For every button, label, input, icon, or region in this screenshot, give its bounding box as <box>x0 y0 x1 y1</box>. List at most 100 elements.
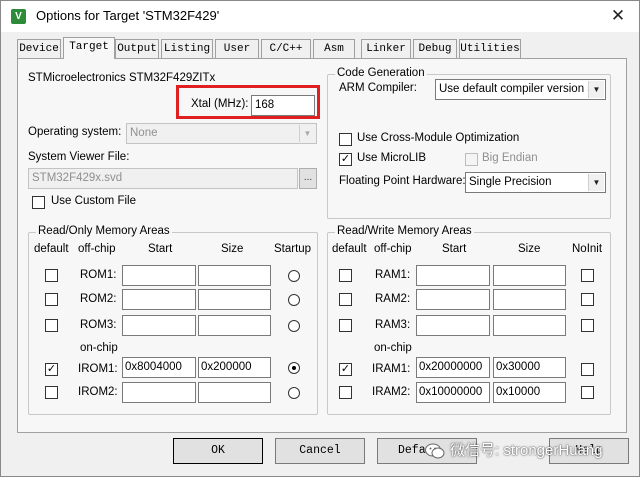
title-bar: V Options for Target 'STM32F429' ✕ <box>1 1 639 32</box>
microlib-label: Use MicroLIB <box>357 152 427 164</box>
options-dialog: V Options for Target 'STM32F429' ✕ Devic… <box>0 0 640 477</box>
ram3-start-input[interactable] <box>416 315 490 336</box>
use-custom-file-label: Use Custom File <box>51 195 136 207</box>
rom1-default-checkbox[interactable] <box>45 269 58 282</box>
ram1-start-input[interactable] <box>416 265 490 286</box>
browse-button[interactable]: ... <box>299 168 317 189</box>
rw-header-default: default <box>332 243 367 255</box>
rw-header-start: Start <box>442 243 467 255</box>
irom1-start-input[interactable]: 0x8004000 <box>122 357 196 378</box>
cancel-button[interactable]: Cancel <box>275 438 365 464</box>
ram1-size-input[interactable] <box>493 265 566 286</box>
tab-linker[interactable]: Linker <box>361 39 411 58</box>
ro-header-start: Start <box>148 243 173 255</box>
tab-c-cpp[interactable]: C/C++ <box>261 39 311 58</box>
cross-module-checkbox[interactable] <box>339 133 352 146</box>
rw-header-offchip: off-chip <box>374 243 412 255</box>
irom2-default-checkbox[interactable] <box>45 386 58 399</box>
iram1-start-input[interactable]: 0x20000000 <box>416 357 490 378</box>
rom2-label: ROM2: <box>80 293 117 305</box>
rom3-start-input[interactable] <box>122 315 196 336</box>
ram2-noinit-checkbox[interactable] <box>581 293 594 306</box>
fp-hardware-select[interactable]: Single Precision ▼ <box>465 172 606 193</box>
sysviewer-label: System Viewer File: <box>28 151 130 163</box>
rom1-startup-radio[interactable] <box>288 270 300 282</box>
irom1-default-checkbox[interactable]: ✓ <box>45 363 58 376</box>
iram1-noinit-checkbox[interactable] <box>581 363 594 376</box>
keil-uvision-icon: V <box>11 9 26 24</box>
irom2-label: IROM2: <box>78 386 118 398</box>
irom2-size-input[interactable] <box>198 382 271 403</box>
tab-utilities[interactable]: Utilities <box>459 39 521 58</box>
watermark-text: 微信号: strongerHuang <box>450 442 603 459</box>
close-icon[interactable]: ✕ <box>605 4 631 28</box>
iram1-size-input[interactable]: 0x30000 <box>493 357 566 378</box>
iram2-start-input[interactable]: 0x10000000 <box>416 382 490 403</box>
ram2-default-checkbox[interactable] <box>339 293 352 306</box>
xtal-highlight-box <box>176 85 320 119</box>
rom1-start-input[interactable] <box>122 265 196 286</box>
rom3-size-input[interactable] <box>198 315 271 336</box>
cross-module-label: Use Cross-Module Optimization <box>357 132 520 144</box>
rom3-label: ROM3: <box>80 319 117 331</box>
fp-hardware-value: Single Precision <box>469 176 552 188</box>
ram3-label: RAM3: <box>375 319 411 331</box>
code-generation-title: Code Generation <box>335 67 427 79</box>
rom1-size-input[interactable] <box>198 265 271 286</box>
microlib-checkbox[interactable]: ✓ <box>339 153 352 166</box>
tab-target[interactable]: Target <box>63 37 115 59</box>
ro-header-default: default <box>34 243 69 255</box>
tab-listing[interactable]: Listing <box>161 39 213 58</box>
rom2-start-input[interactable] <box>122 289 196 310</box>
ram2-start-input[interactable] <box>416 289 490 310</box>
window-title: Options for Target 'STM32F429' <box>36 8 220 23</box>
tab-debug[interactable]: Debug <box>413 39 457 58</box>
rw-memory-title: Read/Write Memory Areas <box>335 225 474 237</box>
sysviewer-input[interactable]: STM32F429x.svd <box>28 168 298 189</box>
rom2-startup-radio[interactable] <box>288 294 300 306</box>
big-endian-checkbox[interactable] <box>465 153 478 166</box>
irom2-start-input[interactable] <box>122 382 196 403</box>
wechat-watermark: 微信号: strongerHuang <box>425 437 603 465</box>
ram2-size-input[interactable] <box>493 289 566 310</box>
ram1-default-checkbox[interactable] <box>339 269 352 282</box>
iram2-noinit-checkbox[interactable] <box>581 386 594 399</box>
use-custom-file-checkbox[interactable] <box>32 196 45 209</box>
fp-hardware-label: Floating Point Hardware: <box>339 175 466 187</box>
ram1-label: RAM1: <box>375 269 411 281</box>
rw-header-size: Size <box>518 243 541 255</box>
rom2-size-input[interactable] <box>198 289 271 310</box>
ro-header-startup: Startup <box>274 243 312 255</box>
arm-compiler-select[interactable]: Use default compiler version 5 ▼ <box>435 79 606 100</box>
device-name: STMicroelectronics STM32F429ZITx <box>28 72 216 84</box>
iram2-default-checkbox[interactable] <box>339 386 352 399</box>
big-endian-label: Big Endian <box>482 152 538 164</box>
ro-memory-title: Read/Only Memory Areas <box>36 225 172 237</box>
tab-device[interactable]: Device <box>17 39 61 58</box>
iram1-default-checkbox[interactable]: ✓ <box>339 363 352 376</box>
ok-button[interactable]: OK <box>173 438 263 464</box>
ram3-size-input[interactable] <box>493 315 566 336</box>
arm-compiler-value: Use default compiler version 5 <box>439 83 594 95</box>
rom1-label: ROM1: <box>80 269 117 281</box>
arm-compiler-label: ARM Compiler: <box>339 82 417 94</box>
rom3-default-checkbox[interactable] <box>45 319 58 332</box>
irom1-startup-radio[interactable] <box>288 362 300 374</box>
iram2-label: IRAM2: <box>372 386 411 398</box>
irom1-label: IROM1: <box>78 363 118 375</box>
ro-header-size: Size <box>221 243 244 255</box>
rw-header-noinit: NoInit <box>572 243 603 255</box>
chevron-down-icon: ▼ <box>299 125 315 142</box>
tab-output[interactable]: Output <box>115 39 159 58</box>
irom2-startup-radio[interactable] <box>288 387 300 399</box>
ram3-noinit-checkbox[interactable] <box>581 319 594 332</box>
tab-asm[interactable]: Asm <box>313 39 355 58</box>
ram1-noinit-checkbox[interactable] <box>581 269 594 282</box>
rom3-startup-radio[interactable] <box>288 320 300 332</box>
rom2-default-checkbox[interactable] <box>45 293 58 306</box>
os-select[interactable]: None ▼ <box>126 123 317 144</box>
tab-user[interactable]: User <box>215 39 259 58</box>
irom1-size-input[interactable]: 0x200000 <box>198 357 271 378</box>
ram3-default-checkbox[interactable] <box>339 319 352 332</box>
iram2-size-input[interactable]: 0x10000 <box>493 382 566 403</box>
